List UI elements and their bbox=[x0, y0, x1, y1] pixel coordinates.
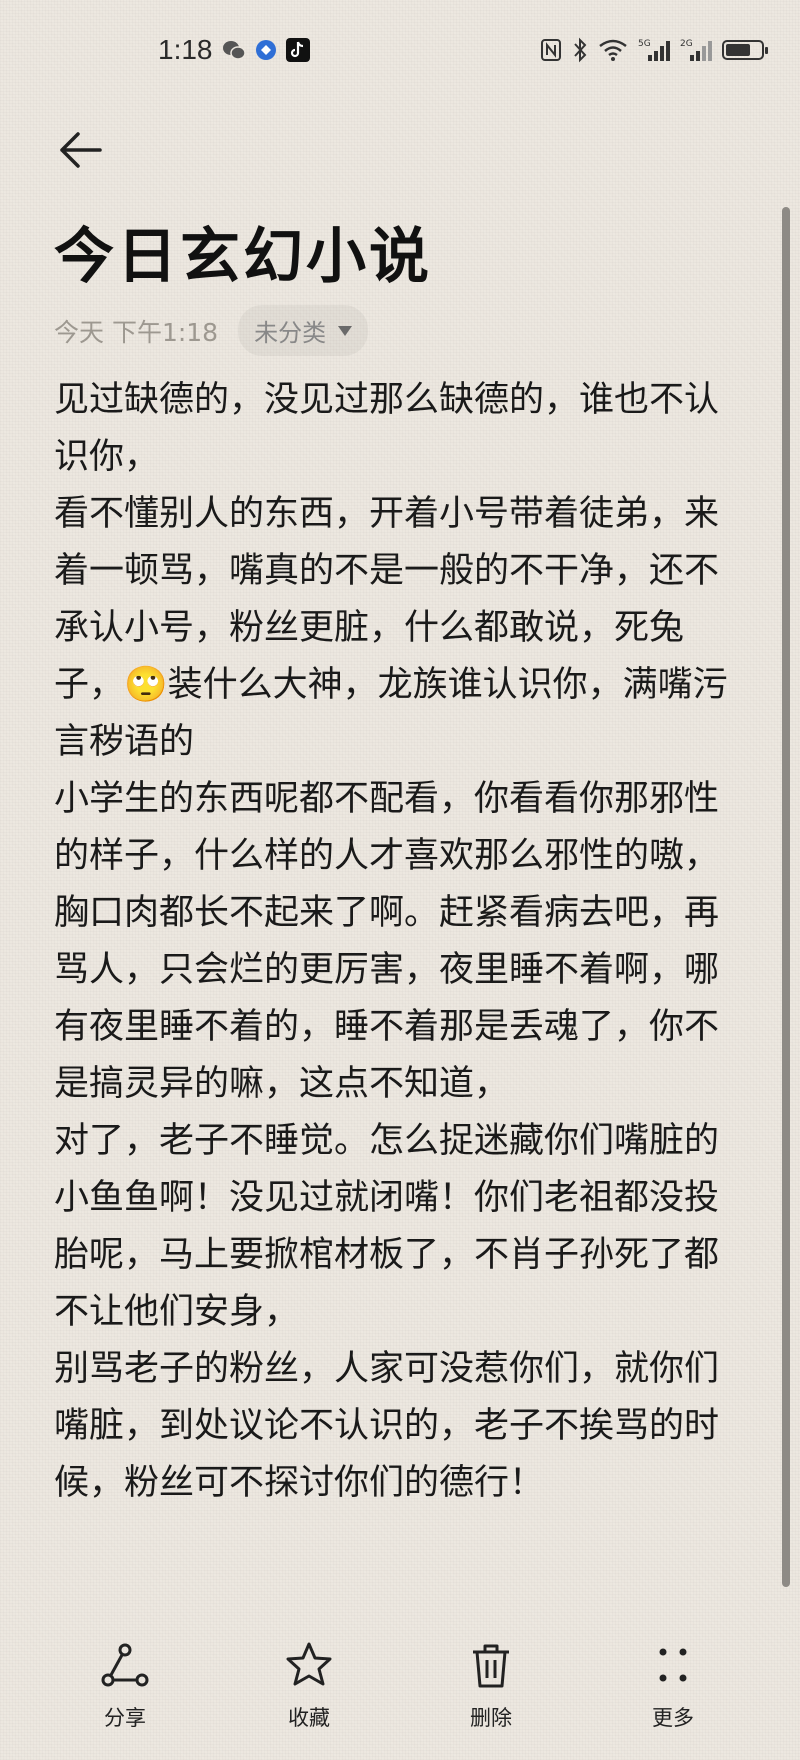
signal-2g-icon: 2G bbox=[680, 36, 712, 64]
back-arrow-icon bbox=[60, 132, 102, 168]
note-body[interactable]: 见过缺德的，没见过那么缺德的，谁也不认识你， 看不懂别人的东西，开着小号带着徒弟… bbox=[54, 372, 744, 1512]
signal-5g-icon: 5G bbox=[638, 36, 670, 64]
note-paragraph: 见过缺德的，没见过那么缺德的，谁也不认识你， bbox=[54, 380, 720, 477]
delete-label: 删除 bbox=[470, 1706, 512, 1730]
scrollbar[interactable] bbox=[782, 207, 790, 1587]
share-icon bbox=[101, 1643, 149, 1687]
star-icon bbox=[286, 1642, 332, 1686]
svg-text:2G: 2G bbox=[680, 39, 693, 49]
trash-icon bbox=[473, 1644, 509, 1688]
back-button[interactable] bbox=[52, 122, 108, 178]
category-dropdown[interactable]: 未分类 bbox=[238, 305, 369, 356]
note-title[interactable]: 今日玄幻小说 bbox=[54, 208, 432, 295]
more-dots-icon bbox=[659, 1648, 687, 1682]
wifi-icon bbox=[598, 36, 628, 64]
system-icons: 5G 2G bbox=[540, 36, 768, 64]
status-bar: 1:18 5G 2G bbox=[0, 0, 800, 100]
nfc-icon bbox=[540, 36, 562, 64]
note-paragraph: 别骂老子的粉丝，人家可没惹你们，就你们嘴脏，到处议论不认识的，老子不挨骂的时候，… bbox=[54, 1349, 720, 1503]
bluetooth-icon bbox=[572, 36, 588, 64]
note-paragraph: 看不懂别人的东西，开着小号带着徒弟，来着一顿骂，嘴真的不是一般的不干净，还不承认… bbox=[54, 494, 728, 762]
note-paragraph: 小学生的东西呢都不配看，你看看你那邪性的样子，什么样的人才喜欢那么邪性的嗷，胸口… bbox=[54, 779, 720, 1104]
wechat-icon bbox=[222, 38, 246, 62]
note-meta: 今天 下午1:18 未分类 bbox=[54, 305, 369, 356]
app-notification-icon bbox=[254, 38, 278, 62]
more-label: 更多 bbox=[652, 1706, 694, 1730]
share-button[interactable]: 分享 bbox=[65, 1640, 185, 1732]
category-label: 未分类 bbox=[254, 319, 327, 347]
favorite-label: 收藏 bbox=[288, 1706, 330, 1730]
note-date: 今天 下午1:18 bbox=[54, 317, 219, 347]
favorite-button[interactable]: 收藏 bbox=[249, 1640, 369, 1732]
tiktok-icon bbox=[286, 38, 310, 62]
delete-button[interactable]: 删除 bbox=[431, 1640, 551, 1732]
note-paragraph: 对了，老子不睡觉。怎么捉迷藏你们嘴脏的小鱼鱼啊！没见过就闭嘴！你们老祖都没投胎呢… bbox=[54, 1121, 720, 1332]
notification-icons bbox=[222, 38, 310, 62]
bottom-toolbar: 分享 收藏 删除 更多 bbox=[0, 1640, 800, 1750]
share-label: 分享 bbox=[104, 1706, 146, 1730]
battery-icon bbox=[722, 36, 768, 64]
more-button[interactable]: 更多 bbox=[613, 1640, 733, 1732]
status-time: 1:18 bbox=[158, 34, 213, 65]
caret-down-icon bbox=[338, 325, 353, 336]
svg-text:5G: 5G bbox=[638, 39, 651, 49]
